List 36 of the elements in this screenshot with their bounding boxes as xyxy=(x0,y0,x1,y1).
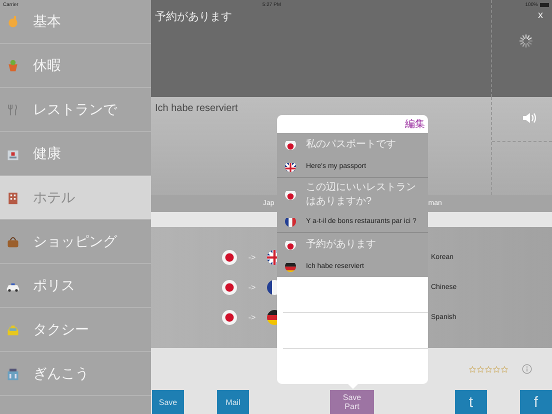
toolbar-button[interactable]: f xyxy=(520,390,552,414)
flag-icon xyxy=(285,216,296,226)
flag-icon xyxy=(222,250,237,265)
toolbar-button[interactable]: t xyxy=(455,390,487,414)
battery-icon xyxy=(540,2,549,6)
source-text: 予約があります xyxy=(155,11,232,23)
toolbar-button[interactable]: Save xyxy=(152,390,184,414)
translation-text: Ich habe reserviert xyxy=(155,103,238,114)
cutlery-icon xyxy=(6,102,20,116)
toolbar-button[interactable]: Save Part xyxy=(330,390,374,414)
arrow-text: -> xyxy=(247,283,257,292)
drink-icon xyxy=(6,58,20,72)
flag-icon xyxy=(285,260,296,272)
sidebar-item[interactable]: ホテル xyxy=(0,176,151,220)
hand-icon xyxy=(6,14,20,28)
arrow-text: -> xyxy=(247,313,257,322)
phrase-text[interactable]: 予約があります xyxy=(306,237,376,251)
flag-icon xyxy=(285,138,296,150)
toolbar-button[interactable]: Mail xyxy=(217,390,249,414)
close-button[interactable]: x xyxy=(538,10,543,21)
info-icon[interactable] xyxy=(522,364,532,374)
flag-icon xyxy=(222,310,237,325)
taxi-icon xyxy=(6,322,20,336)
flag-icon xyxy=(285,188,296,200)
flag-icon xyxy=(285,160,296,172)
building-icon xyxy=(6,190,20,204)
flag-icon xyxy=(222,280,237,295)
building-icon xyxy=(6,366,20,380)
phrase-text[interactable]: 私のパスポートです xyxy=(306,137,396,151)
spinner-icon xyxy=(519,34,533,48)
arrow-text: -> xyxy=(247,253,257,262)
flag-icon xyxy=(285,238,296,250)
phrase-text[interactable]: この辺にいいレストランはありますか? xyxy=(306,180,424,208)
speaker-icon[interactable] xyxy=(523,112,537,124)
bag-icon xyxy=(6,234,20,248)
edit-link[interactable]: 編集 xyxy=(405,117,425,131)
